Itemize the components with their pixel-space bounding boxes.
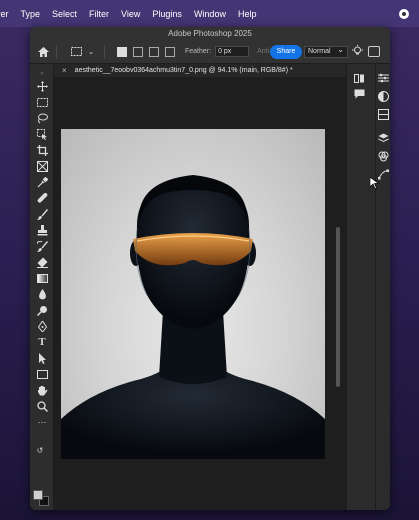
document-tab[interactable]: × aesthetic__7eoobv0364achmu3tin7_0.png … — [54, 64, 346, 77]
mouse-cursor-icon — [370, 177, 380, 189]
history-brush-icon[interactable] — [34, 240, 50, 252]
healing-icon[interactable] — [34, 192, 50, 204]
style-select[interactable]: Normal — [304, 45, 348, 58]
brush-icon[interactable] — [34, 208, 50, 220]
properties-icon[interactable] — [377, 72, 389, 84]
new-selection-icon[interactable] — [117, 46, 127, 57]
menu-filter[interactable]: Filter — [83, 9, 115, 19]
type-icon[interactable]: T — [34, 336, 50, 348]
marquee-icon[interactable] — [34, 96, 50, 108]
feather-label: Feather: — [185, 48, 212, 55]
control-center-icon[interactable] — [399, 8, 409, 19]
lasso-icon[interactable] — [34, 112, 50, 124]
portrait-silhouette — [61, 175, 325, 459]
eyedropper-icon[interactable] — [34, 176, 50, 188]
move-icon[interactable] — [34, 80, 50, 92]
path-select-icon[interactable] — [34, 352, 50, 364]
intersect-selection-icon[interactable] — [165, 46, 175, 57]
dodge-icon[interactable] — [34, 304, 50, 316]
home-icon[interactable] — [36, 45, 50, 59]
hand-icon[interactable] — [34, 384, 50, 396]
eraser-icon[interactable] — [34, 256, 50, 268]
window-title: Adobe Photoshop 2025 — [30, 27, 390, 40]
channels-icon[interactable] — [377, 150, 389, 162]
libraries-icon[interactable] — [377, 108, 389, 120]
zoom-icon[interactable] — [34, 400, 50, 412]
toolbar-grip-icon[interactable]: » — [34, 68, 50, 80]
tools-panel: » T ··· ↺ — [30, 64, 54, 510]
menu-window[interactable]: Window — [188, 9, 232, 19]
menu-view[interactable]: View — [115, 9, 146, 19]
crop-icon[interactable] — [34, 144, 50, 156]
swap-colors-icon[interactable]: ↺ — [32, 444, 48, 456]
comments-icon[interactable] — [353, 88, 365, 100]
history-icon[interactable] — [353, 72, 365, 84]
right-panel-dock — [346, 64, 390, 510]
vertical-scrollbar[interactable] — [336, 227, 340, 387]
divider — [104, 44, 105, 59]
options-bar: ⌄ Feather: 0 px Anti-alias Share Normal — [30, 40, 390, 64]
menu-type[interactable]: Type — [15, 9, 47, 19]
menu-plugins[interactable]: Plugins — [146, 9, 188, 19]
chevron-down-icon[interactable]: ⌄ — [84, 45, 98, 59]
blur-icon[interactable] — [34, 288, 50, 300]
marquee-tool-icon[interactable] — [69, 45, 83, 59]
lightbulb-icon[interactable] — [352, 45, 363, 60]
divider — [56, 44, 57, 59]
share-button[interactable]: Share — [270, 45, 302, 59]
panel-layout-icon[interactable] — [368, 46, 380, 57]
close-tab-icon[interactable]: × — [62, 66, 67, 75]
layers-icon[interactable] — [377, 132, 389, 144]
dock-divider — [375, 64, 376, 510]
menubar: yer Type Select Filter View Plugins Wind… — [0, 0, 419, 27]
menu-select[interactable]: Select — [46, 9, 83, 19]
rectangle-icon[interactable] — [34, 368, 50, 380]
document-tab-label: aesthetic__7eoobv0364achmu3tin7_0.png @ … — [74, 67, 293, 74]
stamp-icon[interactable] — [34, 224, 50, 236]
gradient-icon[interactable] — [34, 272, 50, 284]
object-select-icon[interactable] — [34, 128, 50, 140]
frame-icon[interactable] — [34, 160, 50, 172]
menu-help[interactable]: Help — [232, 9, 263, 19]
adjustments-icon[interactable] — [377, 90, 389, 102]
feather-input[interactable]: 0 px — [215, 46, 250, 57]
more-tools-icon[interactable]: ··· — [34, 416, 50, 428]
photoshop-window: Adobe Photoshop 2025 ⌄ Feather: 0 px Ant… — [30, 27, 390, 510]
document-canvas-image[interactable] — [61, 129, 325, 459]
foreground-color-swatch[interactable] — [33, 490, 43, 500]
add-to-selection-icon[interactable] — [133, 46, 143, 57]
subtract-selection-icon[interactable] — [149, 46, 159, 57]
pen-icon[interactable] — [34, 320, 50, 332]
menu-layer[interactable]: yer — [0, 9, 15, 19]
